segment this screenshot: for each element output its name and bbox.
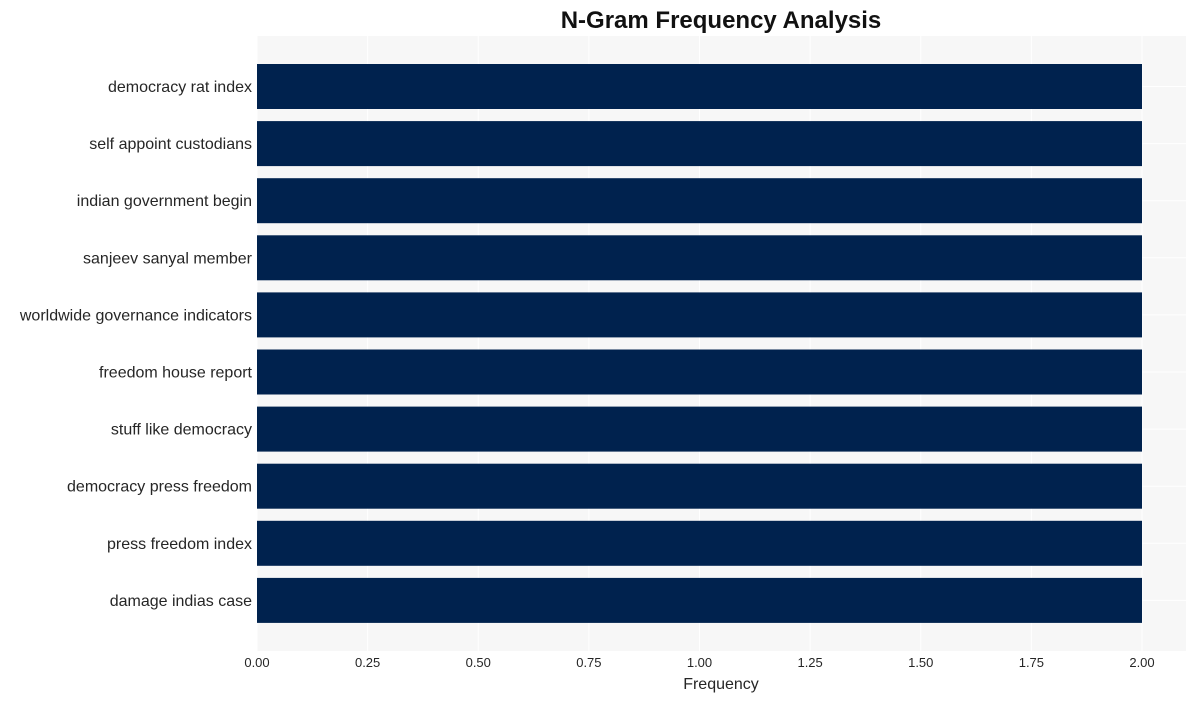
ngram-frequency-chart: N-Gram Frequency Analysis democracy rat …	[19, 7, 1186, 693]
bar	[257, 406, 1142, 452]
chart-title: N-Gram Frequency Analysis	[561, 7, 882, 34]
x-tick-label: 1.75	[1019, 655, 1044, 670]
y-tick-label: stuff like democracy	[111, 422, 252, 439]
x-tick-label: 0.25	[355, 655, 380, 670]
y-tick-label: self appoint custodians	[89, 136, 252, 153]
bar	[257, 349, 1142, 395]
y-tick-label: democracy press freedom	[67, 479, 252, 496]
bar	[257, 64, 1142, 109]
bar	[257, 520, 1142, 566]
x-tick-label: 1.25	[797, 655, 822, 670]
y-tick-label: worldwide governance indicators	[19, 307, 252, 324]
y-axis-labels: democracy rat index self appoint custodia…	[19, 79, 253, 610]
x-tick-label: 1.00	[687, 655, 712, 670]
y-tick-label: indian government begin	[77, 193, 252, 210]
y-tick-label: sanjeev sanyal member	[83, 250, 253, 267]
bar	[257, 292, 1142, 338]
y-tick-label: freedom house report	[99, 365, 253, 382]
x-tick-label: 0.00	[244, 655, 269, 670]
bar	[257, 463, 1142, 509]
bar	[257, 178, 1142, 224]
y-tick-label: press freedom index	[107, 536, 252, 553]
bar	[257, 235, 1142, 281]
y-tick-label: damage indias case	[110, 593, 252, 610]
y-tick-label: democracy rat index	[108, 79, 252, 96]
bar	[257, 577, 1142, 623]
x-axis-ticks: 0.00 0.25 0.50 0.75 1.00 1.25 1.50 1.75 2.00	[244, 655, 1154, 670]
x-tick-label: 2.00	[1129, 655, 1154, 670]
x-tick-label: 0.75	[576, 655, 601, 670]
x-tick-label: 0.50	[466, 655, 491, 670]
x-axis-title: Frequency	[683, 676, 759, 693]
bar	[257, 121, 1142, 167]
x-tick-label: 1.50	[908, 655, 933, 670]
